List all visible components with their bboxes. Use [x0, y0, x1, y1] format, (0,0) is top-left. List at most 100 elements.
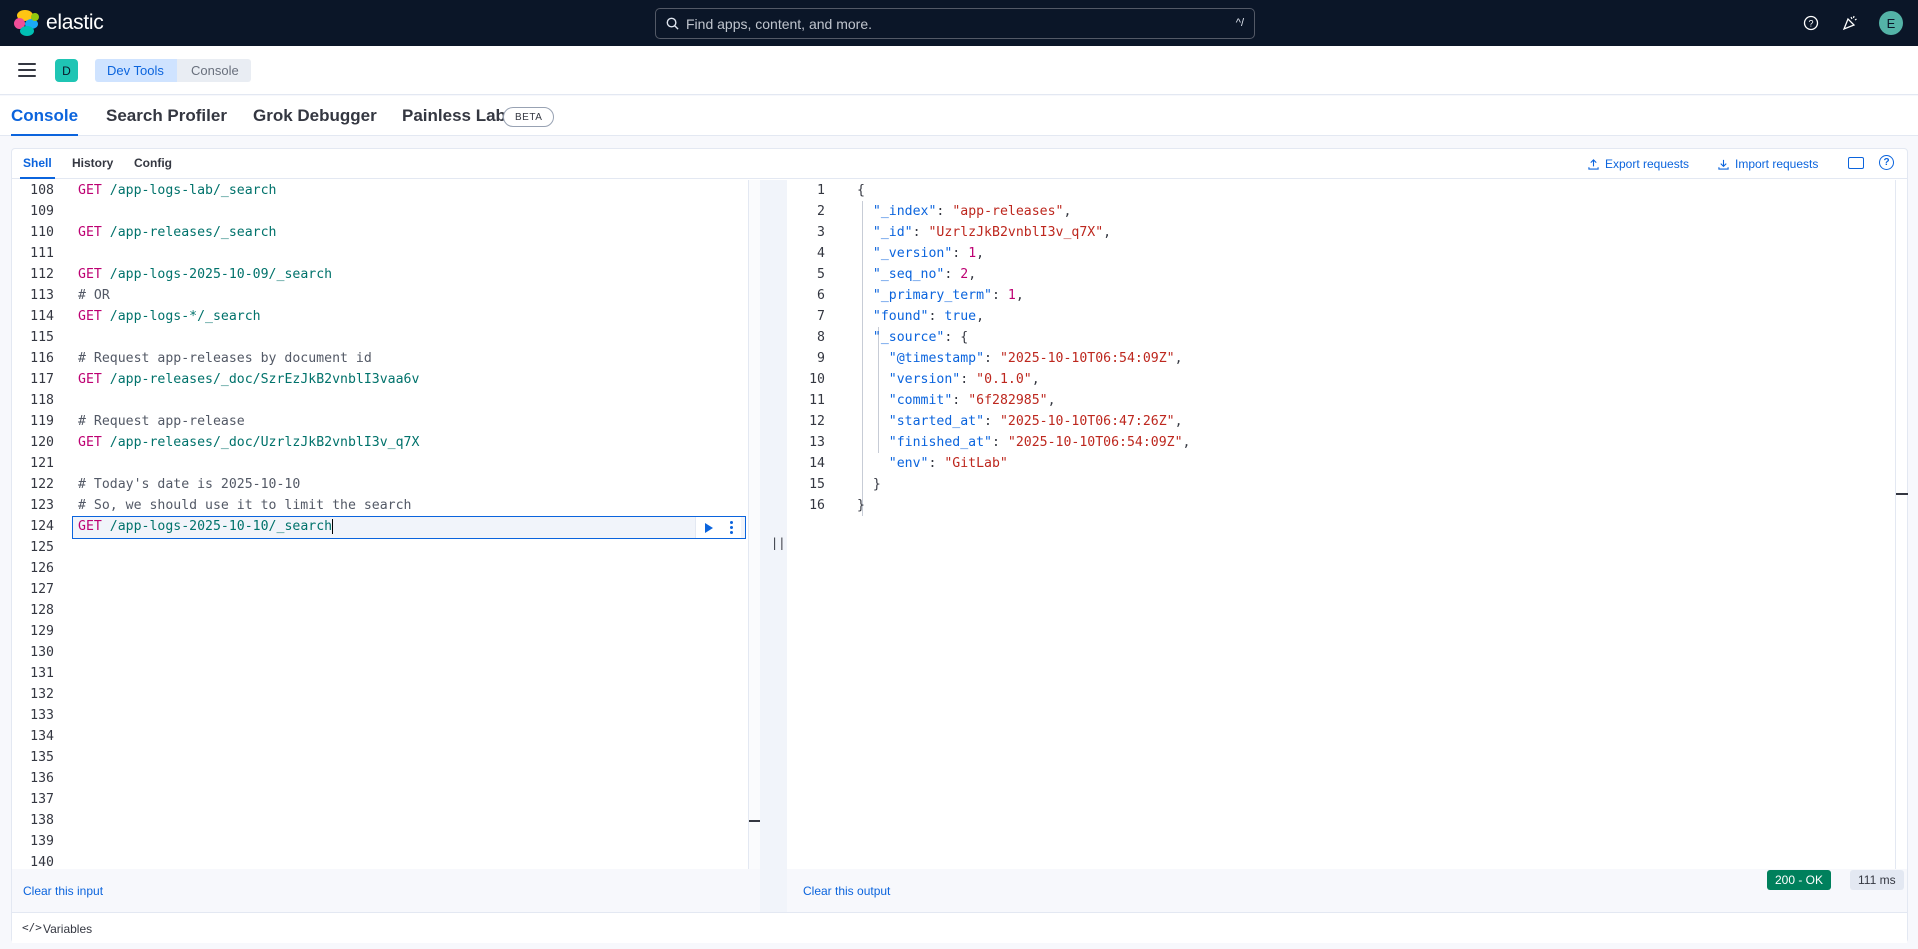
line-number: 116 [30, 351, 54, 366]
output-line-number: 6 [817, 288, 825, 303]
console-panel: Shell History Config Export requests Imp… [11, 148, 1908, 943]
editor-footer: Clear this input [12, 869, 760, 912]
request-actions [695, 517, 741, 538]
console-help-icon[interactable]: ? [1879, 155, 1894, 170]
line-number: 131 [30, 666, 54, 681]
clear-output-button[interactable]: Clear this output [803, 884, 890, 898]
tab-search-profiler[interactable]: Search Profiler [106, 106, 227, 126]
line-number: 140 [30, 855, 54, 869]
tab-painless-lab[interactable]: Painless Lab [402, 106, 506, 126]
breadcrumb-dev-tools[interactable]: Dev Tools [95, 59, 187, 82]
code-line: # OR [78, 288, 110, 303]
out-env: "GitLab" [944, 456, 1008, 471]
dev-tools-tabs: Console Search Profiler Grok Debugger Pa… [0, 96, 1918, 136]
code-line: GET /app-logs-lab/_search [78, 180, 746, 201]
menu-icon[interactable] [18, 63, 36, 77]
line-number: 133 [30, 708, 54, 723]
request-path: /app-releases/_doc/SzrEzJkB2vnblI3vaa6v [101, 372, 420, 387]
text-cursor [332, 518, 334, 534]
line-number: 137 [30, 792, 54, 807]
space-avatar[interactable]: D [55, 59, 78, 82]
status-badge: 200 - OK [1767, 870, 1832, 890]
line-number: 122 [30, 477, 54, 492]
code-line: GET /app-releases/_search [78, 222, 746, 243]
output-line-number: 13 [809, 435, 825, 450]
editor-scrollbar[interactable] [748, 180, 761, 869]
run-request-icon[interactable] [704, 522, 713, 533]
line-number: 135 [30, 750, 54, 765]
http-method: GET [78, 183, 102, 198]
out-seq-no: 2 [960, 267, 969, 282]
pane-resizer[interactable]: || [760, 180, 787, 912]
code-line: # Today's date is 2025-10-10 [78, 477, 301, 492]
line-number: 127 [30, 582, 54, 597]
breadcrumb-console: Console [177, 59, 251, 82]
line-number: 129 [30, 624, 54, 639]
http-method: GET [78, 435, 102, 450]
breadcrumb-bar: D Dev Tools Console [0, 46, 1918, 95]
tab-grok-debugger[interactable]: Grok Debugger [253, 106, 377, 126]
request-path: /app-logs-lab/_search [101, 183, 277, 198]
global-search-input[interactable]: Find apps, content, and more. ^/ [655, 8, 1255, 39]
line-number: 136 [30, 771, 54, 786]
output-line-number: 10 [809, 372, 825, 387]
output-line-number: 2 [817, 204, 825, 219]
export-requests-button[interactable]: Export requests [1588, 157, 1689, 171]
clear-input-button[interactable]: Clear this input [23, 884, 103, 898]
elastic-logo[interactable]: elastic [14, 10, 104, 36]
output-line-number: 9 [817, 351, 825, 366]
line-number: 108 [30, 183, 54, 198]
output-scrollbar[interactable] [1895, 180, 1908, 869]
search-shortcut: ^/ [1235, 17, 1244, 29]
line-number: 117 [30, 372, 54, 387]
user-avatar[interactable]: E [1879, 11, 1903, 35]
out-id: "UzrlzJkB2vnblI3v_q7X" [928, 225, 1104, 240]
out-version: 1 [968, 246, 977, 261]
line-number: 132 [30, 687, 54, 702]
http-method: GET [78, 309, 102, 324]
tab-history[interactable]: History [72, 156, 113, 170]
tab-config[interactable]: Config [134, 156, 172, 170]
response-output[interactable]: 1 2 3 4 5 6 7 8 9 10 11 12 13 14 15 16 { "_index": "app… [787, 180, 1897, 869]
line-number: 120 [30, 435, 54, 450]
out-src-version: "0.1.0" [976, 372, 1032, 387]
out-index: "app-releases" [952, 204, 1064, 219]
news-icon[interactable] [1840, 13, 1860, 33]
output-gutter: 1 2 3 4 5 6 7 8 9 10 11 12 13 14 15 16 [787, 180, 831, 516]
editor-code[interactable]: GET /app-logs-lab/_search GET /app-releas… [78, 180, 746, 537]
output-footer: Clear this output [787, 869, 1907, 912]
line-number: 130 [30, 645, 54, 660]
tab-console[interactable]: Console [11, 106, 79, 136]
line-number: 125 [30, 540, 54, 555]
beta-badge: BETA [503, 107, 555, 127]
output-line-number: 14 [809, 456, 825, 471]
request-editor[interactable]: 108 109 110 111 112 113 114 115 116 117 118 119 120 1… [12, 180, 747, 869]
search-icon [666, 17, 679, 30]
line-number: 112 [30, 267, 54, 282]
line-number: 134 [30, 729, 54, 744]
code-icon: </> [22, 921, 42, 934]
variables-label: Variables [43, 922, 93, 936]
out-finished-at: "2025-10-10T06:54:09Z" [1007, 435, 1183, 450]
http-method: GET [78, 519, 102, 534]
help-icon[interactable]: ? [1801, 13, 1821, 33]
more-actions-icon[interactable] [729, 521, 733, 534]
variables-bar[interactable]: </> Variables [12, 912, 1907, 943]
output-line-number: 3 [817, 225, 825, 240]
line-number: 118 [30, 393, 54, 408]
code-line: # Request app-releases by document id [78, 351, 372, 366]
line-number: 115 [30, 330, 54, 345]
line-number: 121 [30, 456, 54, 471]
import-requests-button[interactable]: Import requests [1718, 157, 1818, 171]
code-line: # So, we should use it to limit the sear… [78, 498, 412, 513]
http-method: GET [78, 267, 102, 282]
output-line-number: 15 [809, 477, 825, 492]
tab-shell[interactable]: Shell [20, 156, 55, 179]
keyboard-shortcuts-icon[interactable] [1848, 157, 1864, 169]
export-requests-label: Export requests [1605, 157, 1690, 171]
output-line-number: 8 [817, 330, 825, 345]
line-number: 109 [30, 204, 54, 219]
